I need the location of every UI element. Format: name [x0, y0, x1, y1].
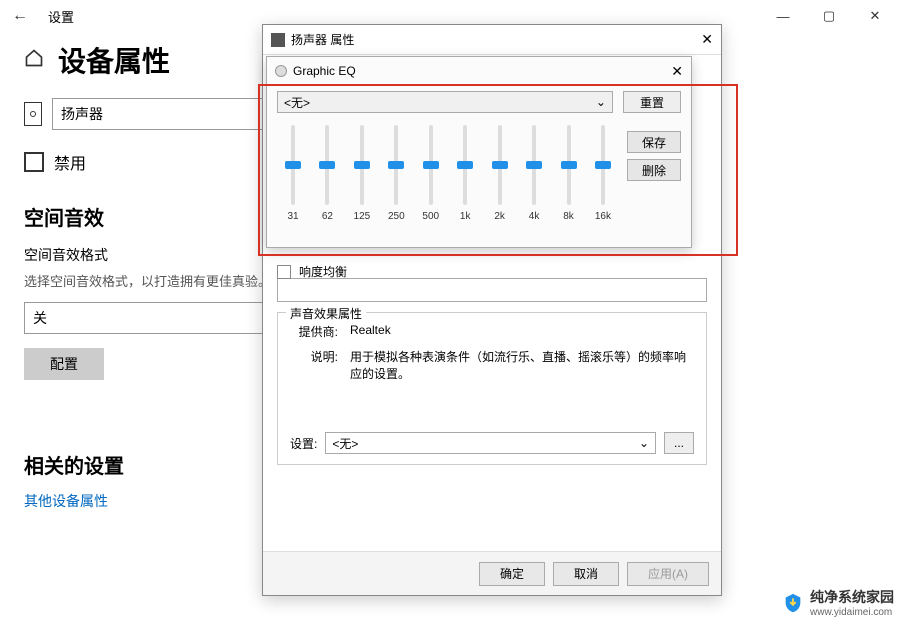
speaker-icon	[24, 102, 42, 126]
freq-label: 4k	[529, 211, 540, 222]
freq-label: 31	[287, 211, 298, 222]
sound-effect-group: 声音效果属性 提供商: Realtek 说明: 用于模拟各种表演条件（如流行乐、…	[277, 312, 707, 465]
eq-side-buttons: 保存 删除	[627, 121, 681, 222]
eq-delete-button[interactable]: 删除	[627, 159, 681, 181]
spatial-format-dropdown[interactable]: 关 ⌄	[24, 302, 284, 334]
provider-label: 提供商:	[290, 323, 338, 340]
page-title: 设备属性	[58, 40, 170, 80]
watermark-url: www.yidaimei.com	[810, 607, 894, 618]
window-controls: — ▢ ✕	[760, 0, 898, 32]
freq-label: 250	[388, 211, 405, 222]
loudness-checkbox[interactable]	[277, 265, 291, 279]
eq-slider[interactable]: 250	[382, 125, 410, 222]
loudness-label: 响度均衡	[299, 263, 347, 280]
apply-button[interactable]: 应用(A)	[627, 562, 709, 586]
description-label: 说明:	[290, 348, 338, 382]
eq-top-row: <无> ⌄ 重置	[277, 91, 681, 113]
eq-sliders: 31 62 125 250 500 1k 2k 4k 8k 16k	[277, 121, 619, 222]
freq-label: 125	[354, 211, 371, 222]
freq-label: 8k	[563, 211, 574, 222]
disable-checkbox[interactable]	[24, 152, 44, 172]
home-icon[interactable]	[24, 48, 44, 73]
setting-more-button[interactable]: ...	[664, 432, 694, 454]
device-name: 扬声器	[61, 104, 103, 124]
eq-body: <无> ⌄ 重置 31 62 125 250 500 1k 2k 4k 8k 1…	[267, 85, 691, 226]
eq-slider[interactable]: 1k	[451, 125, 479, 222]
provider-value: Realtek	[350, 323, 694, 340]
speaker-dialog-footer: 确定 取消 应用(A)	[263, 551, 721, 595]
other-properties-link[interactable]: 其他设备属性	[24, 493, 108, 509]
speaker-dialog-titlebar: 扬声器 属性 ✕	[263, 25, 721, 55]
back-button[interactable]: ←	[8, 7, 32, 25]
eq-save-button[interactable]: 保存	[627, 131, 681, 153]
eq-reset-button[interactable]: 重置	[623, 91, 681, 113]
minimize-button[interactable]: —	[760, 0, 806, 32]
speaker-dialog-icon	[271, 33, 285, 47]
eq-title: Graphic EQ	[293, 64, 356, 78]
spatial-help-text: 选择空间音效格式，以打造拥有更佳真验。	[24, 271, 284, 290]
close-button[interactable]: ✕	[852, 0, 898, 32]
freq-label: 1k	[460, 211, 471, 222]
eq-slider[interactable]: 16k	[589, 125, 617, 222]
eq-close-button[interactable]: ✕	[671, 63, 683, 80]
setting-row: 设置: <无> ⌄ ...	[290, 432, 694, 454]
graphic-eq-dialog: Graphic EQ ✕ <无> ⌄ 重置 31 62 125 250 500 …	[266, 56, 692, 248]
description-value: 用于模拟各种表演条件（如流行乐、直播、摇滚乐等）的频率响应的设置。	[350, 348, 694, 382]
setting-dropdown[interactable]: <无> ⌄	[325, 432, 656, 454]
window-title: 设置	[48, 7, 74, 26]
setting-label: 设置:	[290, 435, 317, 452]
eq-slider[interactable]: 31	[279, 125, 307, 222]
freq-label: 500	[422, 211, 439, 222]
spatial-value: 关	[33, 308, 47, 328]
speaker-dialog-title: 扬声器 属性	[291, 31, 354, 48]
configure-button[interactable]: 配置	[24, 348, 104, 380]
eq-titlebar: Graphic EQ ✕	[267, 57, 691, 85]
eq-preset-value: <无>	[284, 94, 310, 111]
chevron-down-icon: ⌄	[596, 95, 606, 109]
eq-slider[interactable]: 4k	[520, 125, 548, 222]
eq-slider[interactable]: 62	[313, 125, 341, 222]
maximize-button[interactable]: ▢	[806, 0, 852, 32]
watermark: 纯净系统家园 www.yidaimei.com	[782, 587, 894, 618]
freq-label: 16k	[595, 211, 611, 222]
freq-label: 2k	[494, 211, 505, 222]
eq-slider[interactable]: 125	[348, 125, 376, 222]
eq-icon	[275, 65, 287, 77]
eq-slider[interactable]: 8k	[555, 125, 583, 222]
eq-preset-dropdown[interactable]: <无> ⌄	[277, 91, 613, 113]
chevron-down-icon: ⌄	[639, 436, 649, 450]
disable-label: 禁用	[54, 150, 86, 174]
watermark-text: 纯净系统家园	[810, 589, 894, 605]
effects-list-border	[277, 278, 707, 302]
setting-value: <无>	[332, 435, 358, 452]
watermark-icon	[782, 592, 804, 614]
speaker-dialog-close[interactable]: ✕	[701, 31, 713, 48]
description-row: 说明: 用于模拟各种表演条件（如流行乐、直播、摇滚乐等）的频率响应的设置。	[290, 348, 694, 382]
provider-row: 提供商: Realtek	[290, 323, 694, 340]
cancel-button[interactable]: 取消	[553, 562, 619, 586]
ok-button[interactable]: 确定	[479, 562, 545, 586]
freq-label: 62	[322, 211, 333, 222]
eq-slider[interactable]: 500	[417, 125, 445, 222]
eq-main: 31 62 125 250 500 1k 2k 4k 8k 16k 保存 删除	[277, 121, 681, 222]
group-title: 声音效果属性	[286, 305, 366, 322]
eq-slider[interactable]: 2k	[486, 125, 514, 222]
